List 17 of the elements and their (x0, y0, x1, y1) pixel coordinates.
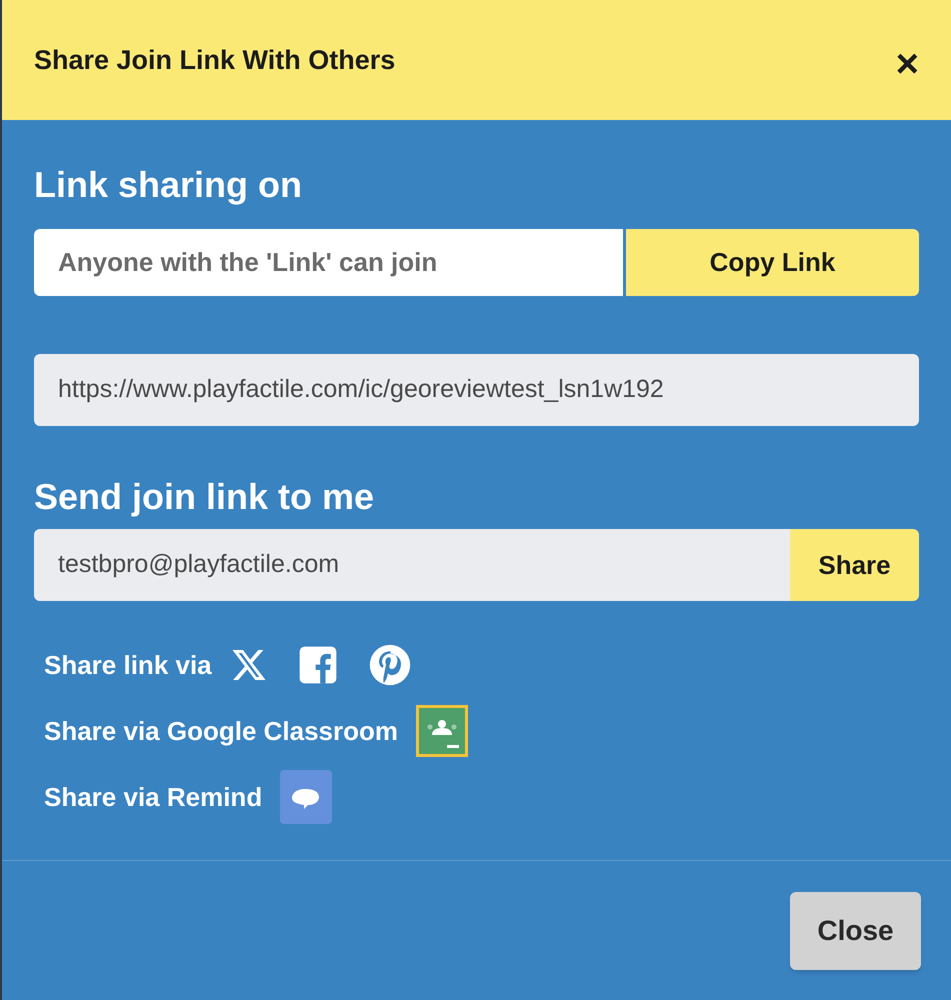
copy-link-button[interactable]: Copy Link (626, 229, 919, 296)
x-logo-icon[interactable] (230, 647, 268, 683)
dialog-title: Share Join Link With Others (34, 44, 396, 77)
share-button[interactable]: Share (790, 529, 919, 601)
share-label: Share via Remind (44, 780, 262, 814)
share-label: Share link via (44, 648, 212, 682)
access-field[interactable]: Anyone with the 'Link' can join (34, 229, 623, 296)
pinterest-logo-icon[interactable] (368, 643, 412, 687)
section-heading: Link sharing on (34, 163, 304, 207)
email-field[interactable]: testbpro@playfactile.com (34, 529, 790, 601)
facebook-logo-icon[interactable] (298, 645, 338, 685)
section-heading: Send join link to me (34, 475, 376, 519)
link-url-field[interactable]: https://www.playfactile.com/ic/georeviewtest_lsn1w192 (34, 354, 919, 426)
close-button[interactable]: Close (790, 892, 921, 970)
classroom-board-icon[interactable] (416, 705, 468, 757)
share-label: Share via Google Classroom (44, 714, 398, 748)
speech-bubble-icon[interactable] (280, 770, 332, 824)
